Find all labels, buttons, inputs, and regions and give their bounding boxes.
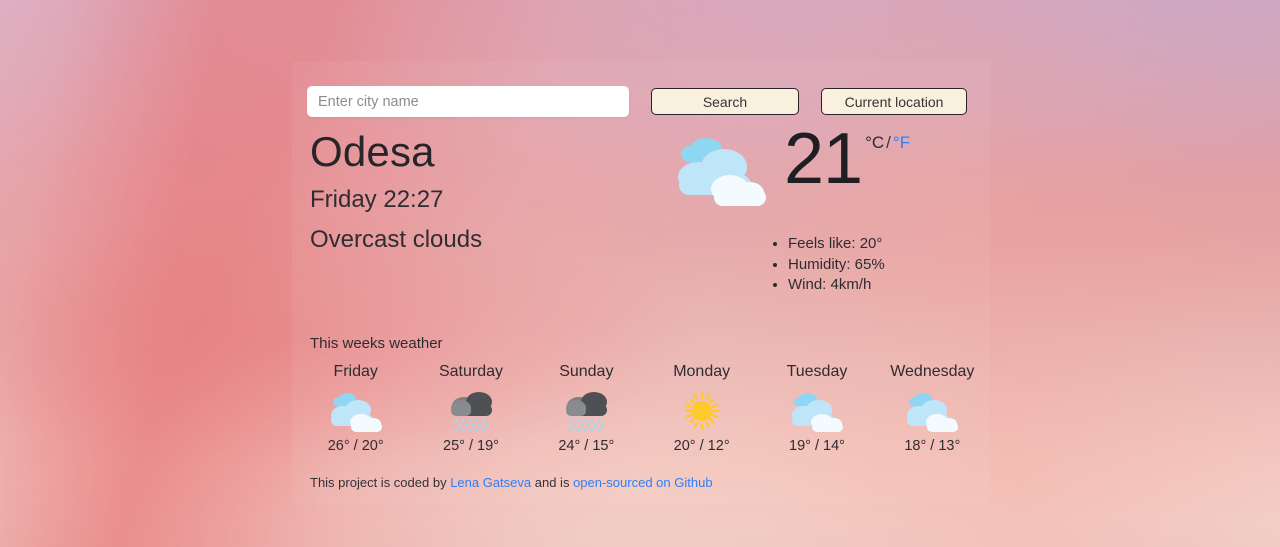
clouds-icon	[907, 392, 959, 432]
github-source-link[interactable]: open-sourced on Github	[573, 475, 712, 490]
forecast-day-temps: 20° / 12°	[673, 437, 730, 454]
forecast-day: Tuesday 19° / 14°	[759, 363, 874, 455]
rain-icon	[450, 391, 492, 432]
current-weather: Odesa Friday 22:27 Overcast clouds 21 °C…	[292, 123, 990, 299]
forecast-day-name: Saturday	[438, 363, 504, 380]
footer-text-middle: and is	[531, 475, 574, 490]
footer-credit: This project is coded by Lena Gatseva an…	[310, 475, 713, 490]
search-button[interactable]: Search	[651, 88, 799, 115]
weather-details-list: Feels like: 20° Humidity: 65% Wind: 4km/…	[774, 234, 885, 296]
forecast-day-name: Tuesday	[786, 363, 848, 380]
forecast-day: Saturday 25° / 19°	[413, 363, 528, 455]
city-name: Odesa	[310, 128, 435, 175]
temperature-block: 21 °C / °F	[674, 119, 910, 206]
forecast-day-temps: 19° / 14°	[789, 437, 845, 454]
forecast-title: This weeks weather	[310, 335, 443, 352]
forecast-day: Sunday 24° / 15°	[529, 363, 644, 455]
clouds-icon	[791, 392, 843, 432]
sun-icon	[684, 391, 719, 430]
forecast-day: Friday 26° / 20°	[298, 363, 413, 455]
forecast-day-temps: 25° / 19°	[443, 437, 499, 454]
unit-separator: /	[886, 133, 891, 152]
forecast-day: Wednesday 18° / 13°	[875, 363, 990, 455]
city-block: Odesa Friday 22:27 Overcast clouds	[310, 129, 482, 253]
current-temperature: 21	[784, 119, 863, 199]
fahrenheit-unit[interactable]: °F	[893, 133, 910, 152]
forecast-day-name: Friday	[333, 363, 378, 380]
search-bar: Search Current location	[307, 86, 967, 117]
forecast-day-temps: 26° / 20°	[327, 437, 384, 454]
forecast-day: Monday 20° / 12°	[644, 363, 759, 455]
detail-feels-like: Feels like: 20°	[788, 234, 885, 255]
footer-text-before: This project is coded by	[310, 475, 451, 490]
detail-humidity: Humidity: 65%	[788, 255, 885, 276]
unit-toggle: °C / °F	[865, 133, 910, 153]
current-datetime: Friday 22:27	[310, 186, 444, 214]
search-input[interactable]	[307, 86, 629, 117]
broken-clouds-icon	[678, 138, 766, 206]
author-link[interactable]: Lena Gatseva	[450, 475, 531, 490]
forecast-day-temps: 24° / 15°	[558, 437, 615, 454]
rain-icon	[566, 391, 608, 432]
forecast-day-name: Sunday	[559, 363, 614, 380]
celsius-unit[interactable]: °C	[865, 133, 884, 152]
weather-app-card: Search Current location Odesa Friday 22:…	[292, 61, 990, 505]
forecast-grid: Friday 26° / 20° Saturday 25° / 19° Sund…	[298, 363, 990, 455]
forecast-day-temps: 18° / 13°	[904, 437, 961, 454]
weather-description: Overcast clouds	[310, 225, 483, 253]
forecast-day-name: Monday	[673, 363, 731, 380]
detail-wind: Wind: 4km/h	[788, 275, 885, 296]
current-location-button[interactable]: Current location	[821, 88, 967, 115]
forecast-day-name: Wednesday	[890, 363, 975, 380]
clouds-icon	[330, 392, 382, 432]
